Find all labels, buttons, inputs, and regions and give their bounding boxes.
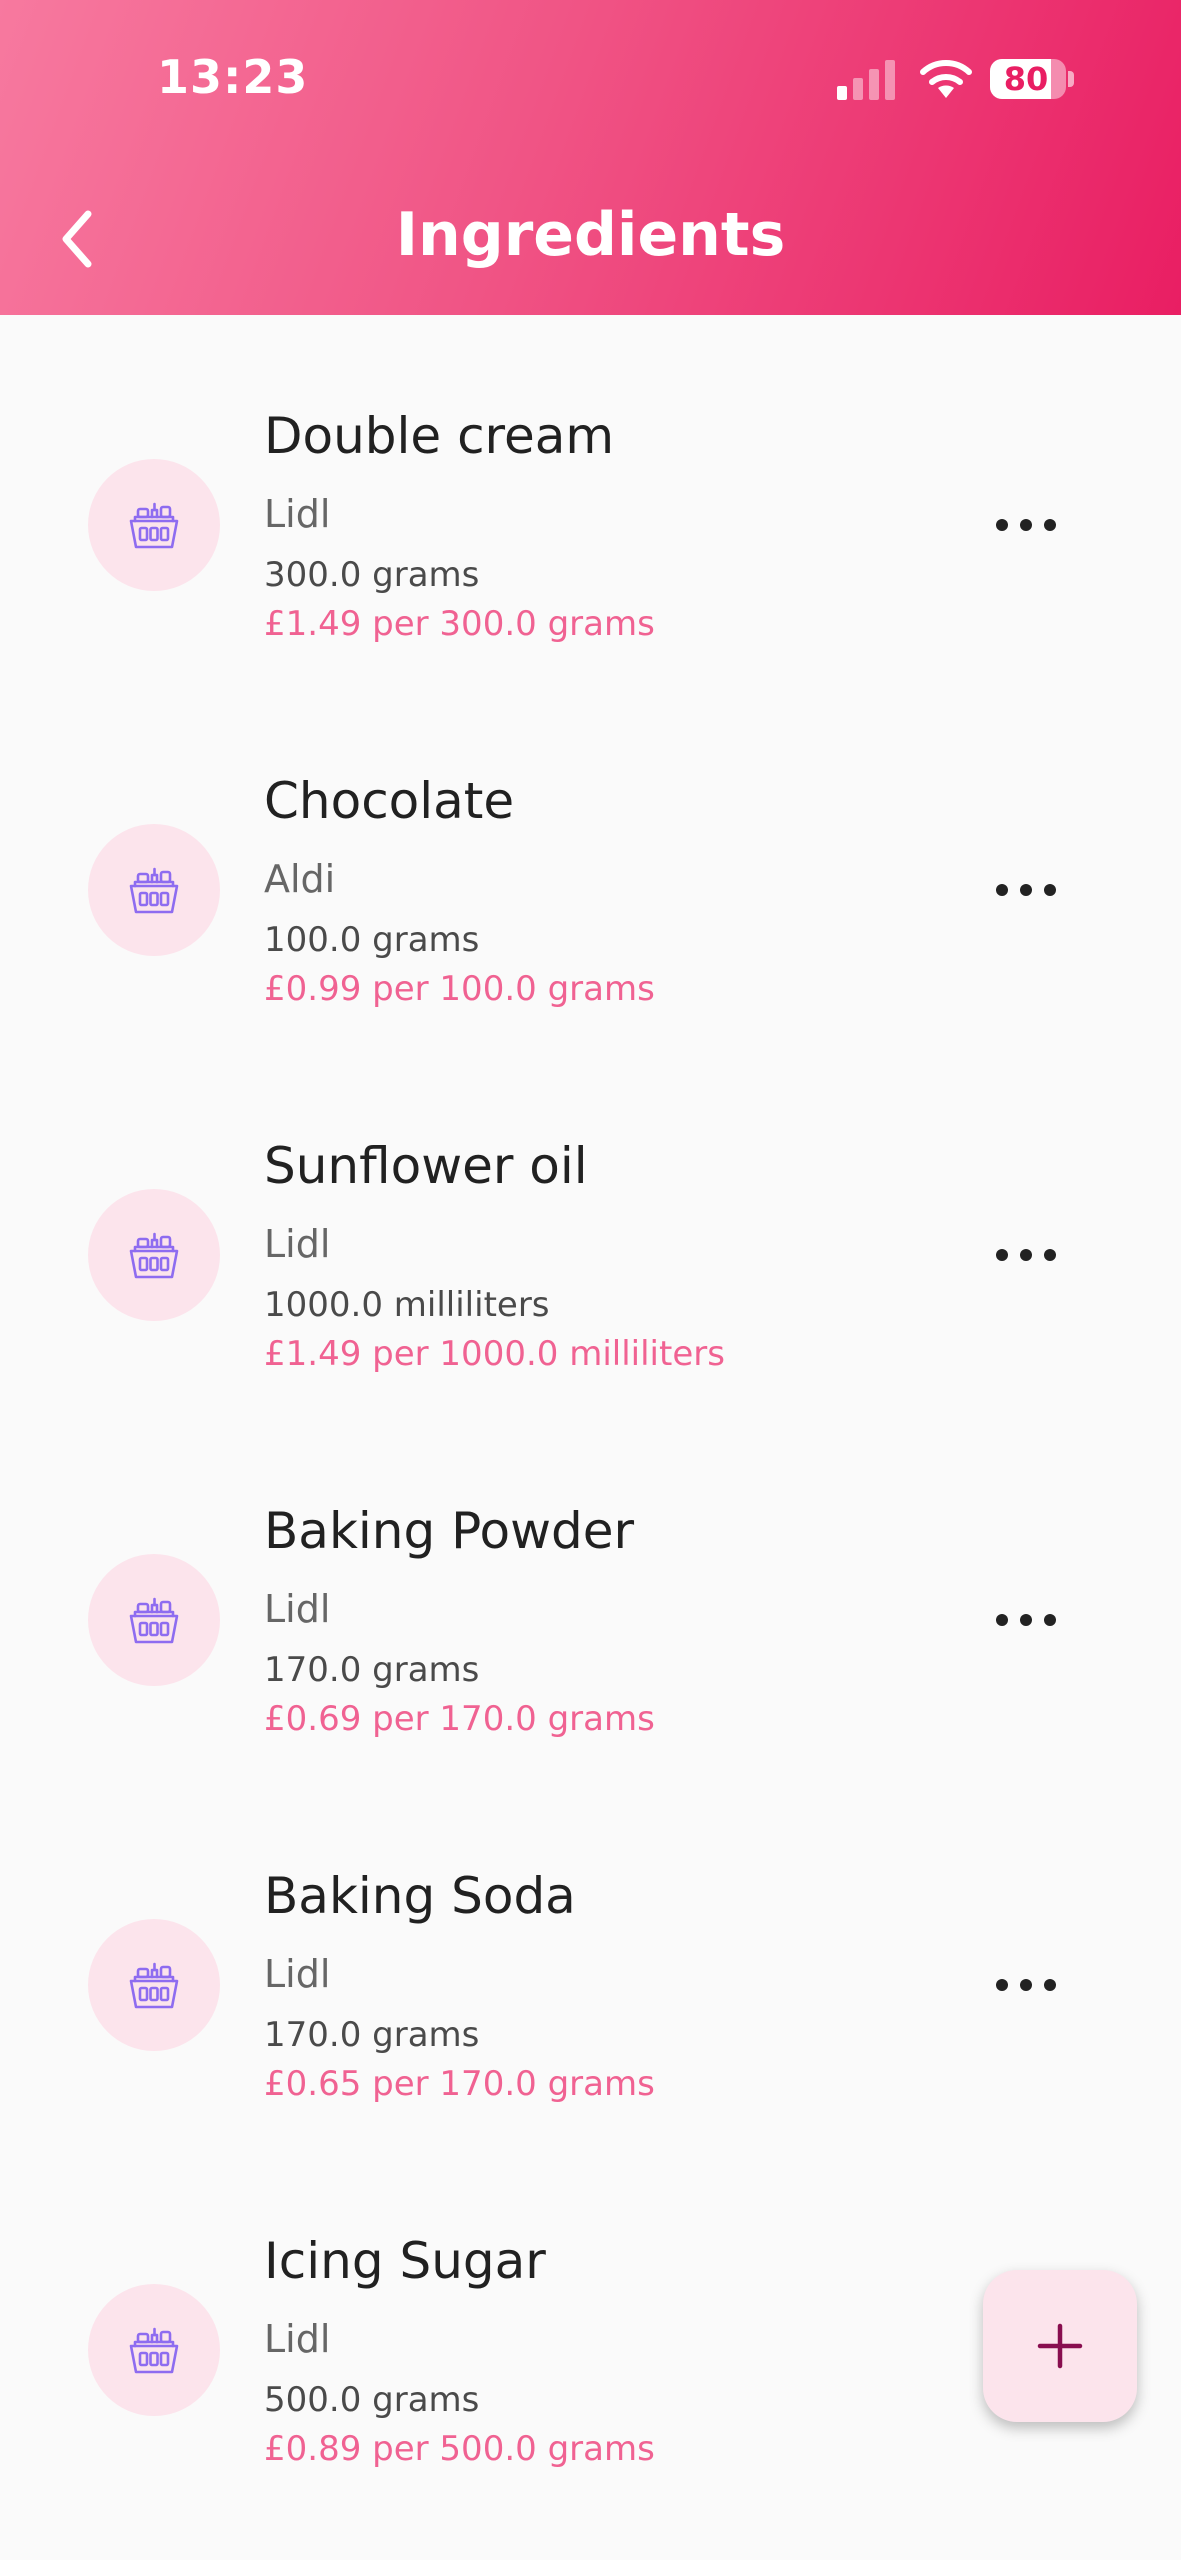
ingredient-list-item[interactable]: Sunflower oil Lidl 1000.0 milliliters £1.49… (0, 1045, 1181, 1410)
wifi-icon (920, 60, 972, 98)
status-time: 13:23 (157, 50, 309, 104)
ingredient-avatar (88, 2284, 220, 2416)
more-options-button[interactable] (978, 495, 1074, 555)
battery-level: 80 (1003, 60, 1049, 98)
more-options-button[interactable] (978, 860, 1074, 920)
ingredient-store: Aldi (264, 857, 336, 901)
ingredient-avatar (88, 1554, 220, 1686)
ingredient-list: Double cream Lidl 300.0 grams £1.49 per 300… (0, 315, 1181, 2560)
grocery-basket-icon (129, 502, 179, 549)
grocery-basket-icon (129, 1597, 179, 1644)
more-options-button[interactable] (978, 1955, 1074, 2015)
ingredient-name: Sunflower oil (264, 1137, 588, 1195)
ingredient-quantity: 170.0 grams (264, 2015, 480, 2055)
ingredient-list-item[interactable]: Chocolate Aldi 100.0 grams £0.99 per 100.0 … (0, 680, 1181, 1045)
ingredient-name: Chocolate (264, 772, 515, 830)
ingredient-list-item[interactable]: Baking Powder Lidl 170.0 grams £0.69 per 17… (0, 1410, 1181, 1775)
ingredient-store: Lidl (264, 2317, 331, 2361)
ingredient-avatar (88, 1919, 220, 2051)
ingredient-quantity: 100.0 grams (264, 920, 480, 960)
more-options-button[interactable] (978, 1225, 1074, 1285)
ingredient-quantity: 1000.0 milliliters (264, 1285, 550, 1325)
ingredient-store: Lidl (264, 1952, 331, 1996)
ingredient-name: Baking Powder (264, 1502, 635, 1560)
ingredient-price: £0.89 per 500.0 grams (264, 2429, 655, 2469)
ingredient-avatar (88, 459, 220, 591)
more-options-button[interactable] (978, 1590, 1074, 1650)
ingredient-price: £0.65 per 170.0 grams (264, 2064, 655, 2104)
grocery-basket-icon (129, 1232, 179, 1279)
ingredient-name: Double cream (264, 407, 615, 465)
ingredient-avatar (88, 1189, 220, 1321)
ingredient-name: Icing Sugar (264, 2232, 546, 2290)
ingredient-store: Lidl (264, 1222, 331, 1266)
ingredient-price: £0.69 per 170.0 grams (264, 1699, 655, 1739)
add-ingredient-button[interactable] (983, 2270, 1137, 2422)
signal-icon (837, 60, 895, 100)
ingredient-price: £0.99 per 100.0 grams (264, 969, 655, 1009)
ingredient-list-item[interactable]: Baking Soda Lidl 170.0 grams £0.65 per 170.… (0, 1775, 1181, 2140)
grocery-basket-icon (129, 2327, 179, 2374)
ingredient-quantity: 500.0 grams (264, 2380, 480, 2420)
grocery-basket-icon (129, 1962, 179, 2009)
ingredient-name: Baking Soda (264, 1867, 576, 1925)
ingredient-avatar (88, 824, 220, 956)
ingredient-price: £1.49 per 300.0 grams (264, 604, 655, 644)
ingredient-store: Lidl (264, 1587, 331, 1631)
ingredient-quantity: 170.0 grams (264, 1650, 480, 1690)
ingredient-quantity: 300.0 grams (264, 555, 480, 595)
ingredient-store: Lidl (264, 492, 331, 536)
ingredient-price: £1.49 per 1000.0 milliliters (264, 1334, 725, 1374)
battery-indicator: 80 (990, 59, 1076, 99)
grocery-basket-icon (129, 867, 179, 914)
app-header: 13:23 80 Ingredients (0, 0, 1181, 315)
page-title: Ingredients (395, 200, 786, 270)
plus-icon (1037, 2323, 1083, 2369)
ingredient-list-item[interactable]: Double cream Lidl 300.0 grams £1.49 per 300… (0, 315, 1181, 680)
